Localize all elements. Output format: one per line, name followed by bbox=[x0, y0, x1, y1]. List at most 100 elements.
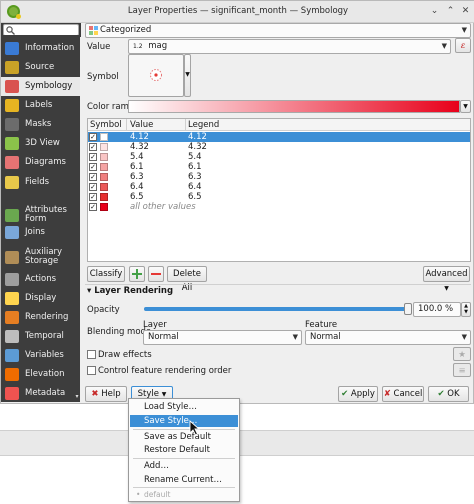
effects-settings-button[interactable]: ★ bbox=[453, 347, 471, 361]
categorized-renderer-icon bbox=[89, 26, 98, 35]
sidebar-item-temporal[interactable]: Temporal bbox=[1, 327, 80, 346]
sidebar-item-actions[interactable]: Actions bbox=[1, 270, 80, 289]
menu-item-load-style[interactable]: Load Style… bbox=[130, 401, 238, 413]
category-checkbox[interactable]: ✓ bbox=[89, 133, 97, 141]
column-header-symbol[interactable]: Symbol bbox=[90, 120, 122, 130]
table-row[interactable]: ✓ 4.32 4.32 bbox=[88, 142, 470, 152]
category-checkbox[interactable]: ✓ bbox=[89, 143, 97, 151]
layer-rendering-header[interactable]: ▾ Layer Rendering bbox=[87, 286, 173, 296]
category-checkbox[interactable]: ✓ bbox=[89, 203, 97, 211]
ok-label: OK bbox=[447, 389, 460, 399]
menu-item-restore-default[interactable]: Restore Default bbox=[130, 444, 238, 456]
delete-category-button[interactable] bbox=[148, 266, 164, 282]
opacity-slider-handle[interactable] bbox=[404, 303, 412, 315]
close-icon[interactable]: ✕ bbox=[460, 6, 471, 17]
table-row[interactable]: ✓ 6.4 6.4 bbox=[88, 182, 470, 192]
category-symbol-swatch[interactable] bbox=[100, 163, 108, 171]
3d-view-icon bbox=[5, 137, 19, 150]
draw-effects-checkbox[interactable] bbox=[87, 350, 96, 359]
renderer-type-value: Categorized bbox=[100, 25, 152, 35]
classify-button[interactable]: Classify bbox=[87, 266, 125, 282]
help-button[interactable]: ✖ Help bbox=[85, 386, 127, 402]
categories-table[interactable]: Symbol Value Legend ✓ 4.12 4.12 ✓ 4.32 4.32 ✓ 5… bbox=[87, 118, 471, 262]
color-ramp-dropdown-button[interactable]: ▼ bbox=[460, 100, 471, 113]
layer-blend-mode-combo[interactable]: Normal ▼ bbox=[143, 330, 302, 345]
sidebar-item-labels[interactable]: Labels bbox=[1, 96, 80, 115]
category-checkbox[interactable]: ✓ bbox=[89, 183, 97, 191]
menu-item-save-style[interactable]: Save Style… bbox=[130, 415, 238, 427]
category-symbol-swatch[interactable] bbox=[100, 133, 108, 141]
ok-button[interactable]: ✔ OK bbox=[428, 386, 469, 402]
sidebar-item-diagrams[interactable]: Diagrams bbox=[1, 153, 80, 172]
control-order-label: Control feature rendering order bbox=[98, 366, 232, 376]
expression-button[interactable]: ε bbox=[455, 38, 471, 53]
category-symbol-swatch[interactable] bbox=[100, 183, 108, 191]
sidebar-item-metadata[interactable]: Metadata bbox=[1, 384, 80, 402]
sidebar-item-3d-view[interactable]: 3D View bbox=[1, 134, 80, 153]
apply-button[interactable]: ✔ Apply bbox=[338, 386, 378, 402]
sidebar-item-display[interactable]: Display bbox=[1, 289, 80, 308]
control-order-checkbox[interactable] bbox=[87, 366, 96, 375]
sidebar-item-label: Masks bbox=[25, 118, 52, 129]
sidebar-item-source[interactable]: Source bbox=[1, 58, 80, 77]
add-category-button[interactable] bbox=[129, 266, 145, 282]
opacity-spin-buttons[interactable]: ▲ ▼ bbox=[461, 302, 471, 317]
sidebar-item-fields[interactable]: Fields bbox=[1, 173, 80, 192]
delete-all-button[interactable]: Delete All bbox=[167, 266, 207, 293]
category-symbol-swatch[interactable] bbox=[100, 203, 108, 211]
symbology-icon bbox=[5, 80, 19, 93]
opacity-slider[interactable] bbox=[144, 303, 412, 315]
sidebar-item-symbology[interactable]: Symbology bbox=[1, 77, 80, 96]
sidebar-item-elevation[interactable]: Elevation bbox=[1, 365, 80, 384]
feature-blend-mode-combo[interactable]: Normal ▼ bbox=[305, 330, 471, 345]
category-checkbox[interactable]: ✓ bbox=[89, 193, 97, 201]
category-symbol-swatch[interactable] bbox=[100, 193, 108, 201]
sidebar-item-information[interactable]: Information bbox=[1, 39, 80, 58]
symbol-dropdown-button[interactable]: ▼ bbox=[184, 54, 191, 97]
table-row[interactable]: ✓ all other values bbox=[88, 202, 470, 212]
column-header-legend[interactable]: Legend bbox=[188, 120, 219, 130]
sidebar-scroll-down-icon[interactable]: ▾ bbox=[74, 393, 80, 401]
sidebar-item-rendering[interactable]: Rendering bbox=[1, 308, 80, 327]
category-value: all other values bbox=[130, 202, 196, 212]
column-header-value[interactable]: Value bbox=[130, 120, 153, 130]
category-legend: 5.4 bbox=[188, 152, 202, 162]
category-symbol-swatch[interactable] bbox=[100, 153, 108, 161]
minimize-icon[interactable]: ⌄ bbox=[429, 6, 440, 17]
table-row[interactable]: ✓ 5.4 5.4 bbox=[88, 152, 470, 162]
sidebar-item-masks[interactable]: Masks bbox=[1, 115, 80, 134]
color-ramp-button[interactable] bbox=[128, 100, 460, 113]
sidebar-item-label: Actions bbox=[25, 273, 57, 284]
search-icon bbox=[6, 26, 15, 35]
window-title: Layer Properties — significant_month — S… bbox=[127, 6, 349, 16]
table-row[interactable]: ✓ 6.5 6.5 bbox=[88, 192, 470, 202]
cancel-button[interactable]: ✘ Cancel bbox=[382, 386, 424, 402]
maximize-icon[interactable]: ⌃ bbox=[445, 6, 456, 17]
menu-item-add[interactable]: Add… bbox=[130, 460, 238, 472]
menu-item-save-as-default[interactable]: Save as Default bbox=[130, 431, 238, 443]
sidebar-item-variables[interactable]: Variables bbox=[1, 346, 80, 365]
symbol-button[interactable] bbox=[128, 54, 184, 97]
category-checkbox[interactable]: ✓ bbox=[89, 173, 97, 181]
cancel-icon: ✘ bbox=[383, 389, 391, 399]
table-row[interactable]: ✓ 6.3 6.3 bbox=[88, 172, 470, 182]
sidebar-item-label: Auxiliary Storage bbox=[25, 246, 63, 266]
table-row[interactable]: ✓ 4.12 4.12 bbox=[88, 132, 470, 142]
advanced-button[interactable]: Advanced ▼ bbox=[423, 266, 470, 292]
table-row[interactable]: ✓ 6.1 6.1 bbox=[88, 162, 470, 172]
category-symbol-swatch[interactable] bbox=[100, 143, 108, 151]
sidebar-item-auxiliary-storage[interactable]: Auxiliary Storage bbox=[1, 245, 80, 269]
joins-icon bbox=[5, 226, 19, 239]
opacity-spinbox[interactable]: 100.0 % bbox=[413, 302, 461, 317]
category-symbol-swatch[interactable] bbox=[100, 173, 108, 181]
menu-item-rename-current[interactable]: Rename Current… bbox=[130, 474, 238, 486]
category-value: 4.12 bbox=[130, 132, 149, 142]
renderer-type-combo[interactable]: Categorized ▼ bbox=[85, 23, 471, 38]
category-checkbox[interactable]: ✓ bbox=[89, 153, 97, 161]
category-checkbox[interactable]: ✓ bbox=[89, 163, 97, 171]
title-bar[interactable]: Layer Properties — significant_month — S… bbox=[1, 1, 474, 23]
symbol-preview-icon bbox=[150, 69, 162, 81]
order-settings-button[interactable]: ≡ bbox=[453, 363, 471, 377]
sidebar-item-joins[interactable]: Joins bbox=[1, 223, 80, 242]
value-field-combo[interactable]: 1.2 mag ▼ bbox=[128, 39, 451, 54]
